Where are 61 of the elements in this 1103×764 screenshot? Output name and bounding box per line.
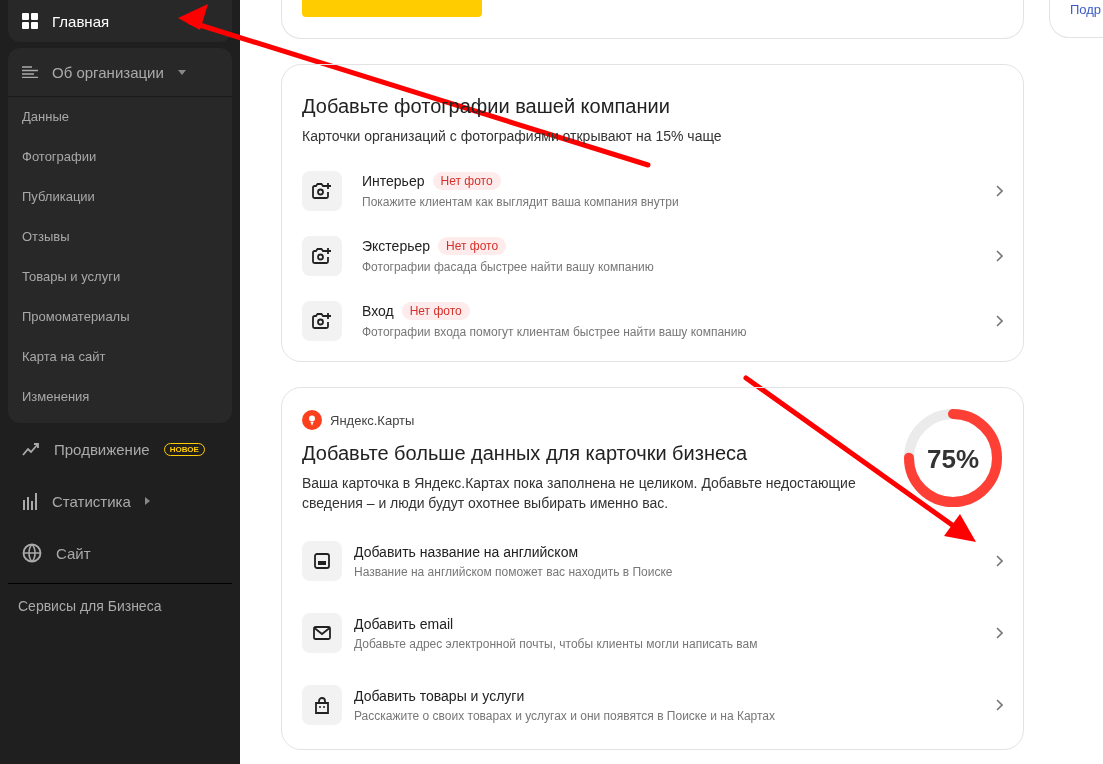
photo-row[interactable]: Интерьер Нет фото Покажите клиентам как выглядит ваша компания внутри (302, 158, 1003, 223)
sidebar-item[interactable]: Сайт (8, 527, 232, 579)
sidebar-subitem[interactable]: Фотографии (8, 137, 232, 177)
chevron-icon (995, 249, 1003, 262)
sidebar-subitem[interactable]: Промоматериалы (8, 297, 232, 337)
task-row[interactable]: Добавить товары и услуги Расскажите о своих товарах и услугах и они появятся в Поиске и на Картах (302, 669, 1003, 741)
chevron-icon (995, 627, 1003, 639)
task-row[interactable]: Добавить email Добавьте адрес электронной почты, чтобы клиенты могли написать вам (302, 597, 1003, 669)
sidebar-subitem[interactable]: Товары и услуги (8, 257, 232, 297)
trend-icon (22, 441, 40, 457)
row-title: Добавить товары и услуги (354, 687, 526, 704)
chevron-icon (995, 699, 1003, 711)
camera-plus-icon (312, 246, 332, 265)
row-description: Покажите клиентам как выглядит ваша компания внутри (362, 195, 680, 209)
status-badge: Нет фото (432, 172, 501, 190)
row-description: Название на английском поможет вас находить в Поиске (354, 564, 674, 579)
chevron-icon (995, 184, 1003, 197)
card-icon (314, 553, 330, 569)
sidebar-subitem[interactable]: Публикации (8, 177, 232, 217)
globe-icon (22, 543, 42, 563)
bag-icon (314, 696, 330, 714)
row-description: Расскажите о своих товарах и услугах и они появятся в Поиске и на Картах (354, 708, 777, 723)
sidebar-subitem[interactable]: Отзывы (8, 217, 232, 257)
grid-icon (22, 13, 38, 29)
sidebar-item[interactable]: Главная (8, 0, 232, 42)
camera-plus-icon (312, 181, 332, 200)
bar-chart-icon (22, 492, 38, 510)
sidebar-subitem[interactable]: Карта на сайт (8, 337, 232, 377)
caret-icon (144, 497, 150, 505)
card-title: Добавьте больше данных для карточки бизнеса (302, 442, 749, 465)
row-description: Фотографии входа помогут клиентам быстрее найти вашу компанию (362, 325, 748, 339)
details-link[interactable]: Подр (1070, 2, 1102, 17)
envelope-icon (313, 626, 331, 640)
sidebar-item[interactable]: Статистика (8, 475, 232, 527)
brand-name: Яндекс.Карты (330, 412, 415, 428)
progress-reading: 75% (925, 444, 980, 475)
row-description: Фотографии фасада быстрее найти вашу компанию (362, 260, 655, 274)
sidebar-subitem[interactable]: Изменения (8, 377, 232, 417)
card-description: Ваша карточка в Яндекс.Картах пока заполнена не целиком. Добавьте недостающие сведения – и люди будут охотнее выбирать именно вас. (302, 474, 857, 513)
services-link[interactable]: Сервисы для Бизнеса (8, 584, 232, 628)
list-icon (22, 66, 38, 78)
row-title: Добавить email (354, 615, 455, 632)
action-button[interactable] (302, 0, 482, 17)
row-title: Вход (362, 303, 394, 319)
sidebar-item[interactable]: Продвижение НОВОЕ (8, 423, 232, 475)
chevron-icon (995, 314, 1003, 327)
row-description: Добавьте адрес электронной почты, чтобы клиенты могли написать вам (354, 636, 759, 651)
map-pin-icon (302, 410, 322, 430)
row-title: Экстерьер (362, 238, 431, 254)
sidebar-group-header[interactable]: Об организации (8, 48, 232, 97)
sidebar-subitem[interactable]: Данные (8, 97, 232, 137)
row-title: Добавить название на английском (354, 543, 580, 560)
row-title: Интерьер (362, 173, 425, 189)
task-row[interactable]: Добавить название на английском Название на английском поможет вас находить в Поиске (302, 525, 1003, 597)
caret-icon (177, 69, 186, 75)
chevron-icon (995, 555, 1003, 567)
camera-plus-icon (312, 311, 332, 330)
photo-row[interactable]: Вход Нет фото Фотографии входа помогут клиентам быстрее найти вашу компанию (302, 288, 1003, 353)
status-badge: Нет фото (401, 302, 470, 320)
photo-row[interactable]: Экстерьер Нет фото Фотографии фасада быстрее найти вашу компанию (302, 223, 1003, 288)
status-badge: Нет фото (438, 237, 507, 255)
